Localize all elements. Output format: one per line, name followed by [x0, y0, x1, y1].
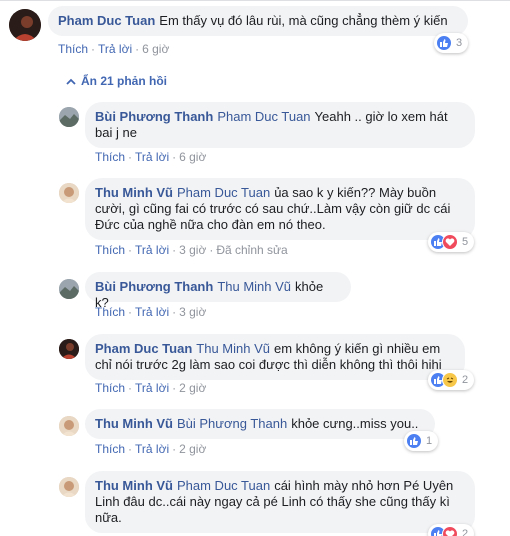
- hide-replies-link[interactable]: Ẩn 21 phản hồi: [66, 74, 167, 88]
- comment-bubble: Thu Minh Vũ Pham Duc Tuan cái hình mày nhỏ…: [85, 471, 475, 533]
- reply-button[interactable]: Trả lời: [135, 442, 169, 456]
- comment-author[interactable]: Pham Duc Tuan: [95, 341, 192, 356]
- reaction-summary[interactable]: 3: [434, 33, 469, 53]
- like-button[interactable]: Thích: [95, 305, 125, 319]
- reaction-summary[interactable]: 1: [404, 431, 439, 451]
- comment-actions: Thích · Trả lời · 2 giờ: [95, 442, 207, 456]
- like-button[interactable]: Thích: [95, 381, 125, 395]
- mention-link[interactable]: Thu Minh Vũ: [196, 341, 270, 356]
- reply-button[interactable]: Trả lời: [135, 381, 169, 395]
- like-button[interactable]: Thích: [95, 150, 125, 164]
- reaction-count: 1: [426, 435, 433, 447]
- comment-bubble: Bùi Phương Thanh Pham Duc Tuan Yeahh .. gi…: [85, 102, 475, 148]
- avatar[interactable]: [59, 477, 79, 497]
- reply-button[interactable]: Trả lời: [135, 305, 169, 319]
- comment-author[interactable]: Bùi Phương Thanh: [95, 279, 213, 294]
- haha-icon: [442, 372, 458, 388]
- mention-link[interactable]: Thu Minh Vũ: [217, 279, 291, 294]
- comment-actions: Thích · Trả lời · 3 giờ · Đã chỉnh sửa: [95, 243, 288, 257]
- comment-actions: Thích · Trả lời · 6 giờ: [95, 150, 207, 164]
- comment-time[interactable]: 2 giờ: [179, 381, 206, 395]
- avatar[interactable]: [59, 339, 79, 359]
- reaction-count: 2: [462, 528, 469, 536]
- reaction-count: 2: [462, 374, 469, 386]
- like-icon: [406, 433, 422, 449]
- like-button[interactable]: Thích: [95, 442, 125, 456]
- reaction-summary[interactable]: 5: [428, 232, 475, 252]
- reaction-count: 5: [462, 236, 469, 248]
- comment-time[interactable]: 3 giờ: [179, 305, 206, 319]
- reply-button[interactable]: Trả lời: [135, 243, 169, 257]
- like-icon: [436, 35, 452, 51]
- avatar[interactable]: [59, 107, 79, 127]
- comment-author[interactable]: Thu Minh Vũ: [95, 478, 173, 493]
- comment-text: Em thấy vụ đó lâu rùi, mà cũng chẳng thè…: [159, 13, 448, 28]
- comment-actions: Thích · Trả lời · 6 giờ: [58, 42, 170, 56]
- hide-replies-label: Ẩn 21 phản hồi: [81, 74, 168, 88]
- like-button[interactable]: Thích: [58, 42, 88, 56]
- comment-time[interactable]: 6 giờ: [142, 42, 169, 56]
- avatar[interactable]: [59, 279, 79, 299]
- comment-author[interactable]: Thu Minh Vũ: [95, 185, 173, 200]
- comment-actions: Thích · Trả lời · 2 giờ: [95, 381, 207, 395]
- avatar[interactable]: [59, 183, 79, 203]
- like-button[interactable]: Thích: [95, 243, 125, 257]
- comment-author[interactable]: Thu Minh Vũ: [95, 416, 173, 431]
- chevron-up-icon: [66, 74, 76, 88]
- mention-link[interactable]: Bùi Phương Thanh: [177, 416, 287, 431]
- comment-bubble: Pham Duc Tuan Em thấy vụ đó lâu rùi, mà c…: [48, 6, 468, 36]
- comment-time[interactable]: 3 giờ: [179, 243, 206, 257]
- comment-bubble: Thu Minh Vũ Pham Duc Tuan ủa sao k y kiến?…: [85, 178, 475, 240]
- reply-button[interactable]: Trả lời: [135, 150, 169, 164]
- reply-button[interactable]: Trả lời: [98, 42, 132, 56]
- comment-actions: Thích · Trả lời · 3 giờ: [95, 305, 207, 319]
- comment-author[interactable]: Pham Duc Tuan: [58, 13, 155, 28]
- comment-author[interactable]: Bùi Phương Thanh: [95, 109, 213, 124]
- avatar[interactable]: [59, 416, 79, 436]
- comment-bubble: Bùi Phương Thanh Thu Minh Vũ khỏe k?: [85, 272, 351, 310]
- reaction-summary[interactable]: 2: [428, 524, 475, 536]
- mention-link[interactable]: Pham Duc Tuan: [177, 478, 270, 493]
- comment-bubble: Pham Duc Tuan Thu Minh Vũ em không ý kiến …: [85, 334, 465, 380]
- comment-bubble: Thu Minh Vũ Bùi Phương Thanh khỏe cưng..mi…: [85, 409, 435, 439]
- comment-text: khỏe cưng..miss you..: [291, 416, 419, 431]
- reaction-count: 3: [456, 37, 463, 49]
- top-divider: [0, 0, 510, 1]
- comment-time[interactable]: 6 giờ: [179, 150, 206, 164]
- love-icon: [442, 526, 458, 536]
- avatar[interactable]: [9, 9, 41, 41]
- reaction-summary[interactable]: 2: [428, 370, 475, 390]
- mention-link[interactable]: Pham Duc Tuan: [177, 185, 270, 200]
- comment-time[interactable]: 2 giờ: [179, 442, 206, 456]
- edited-label[interactable]: Đã chỉnh sửa: [216, 243, 287, 257]
- love-icon: [442, 234, 458, 250]
- mention-link[interactable]: Pham Duc Tuan: [217, 109, 310, 124]
